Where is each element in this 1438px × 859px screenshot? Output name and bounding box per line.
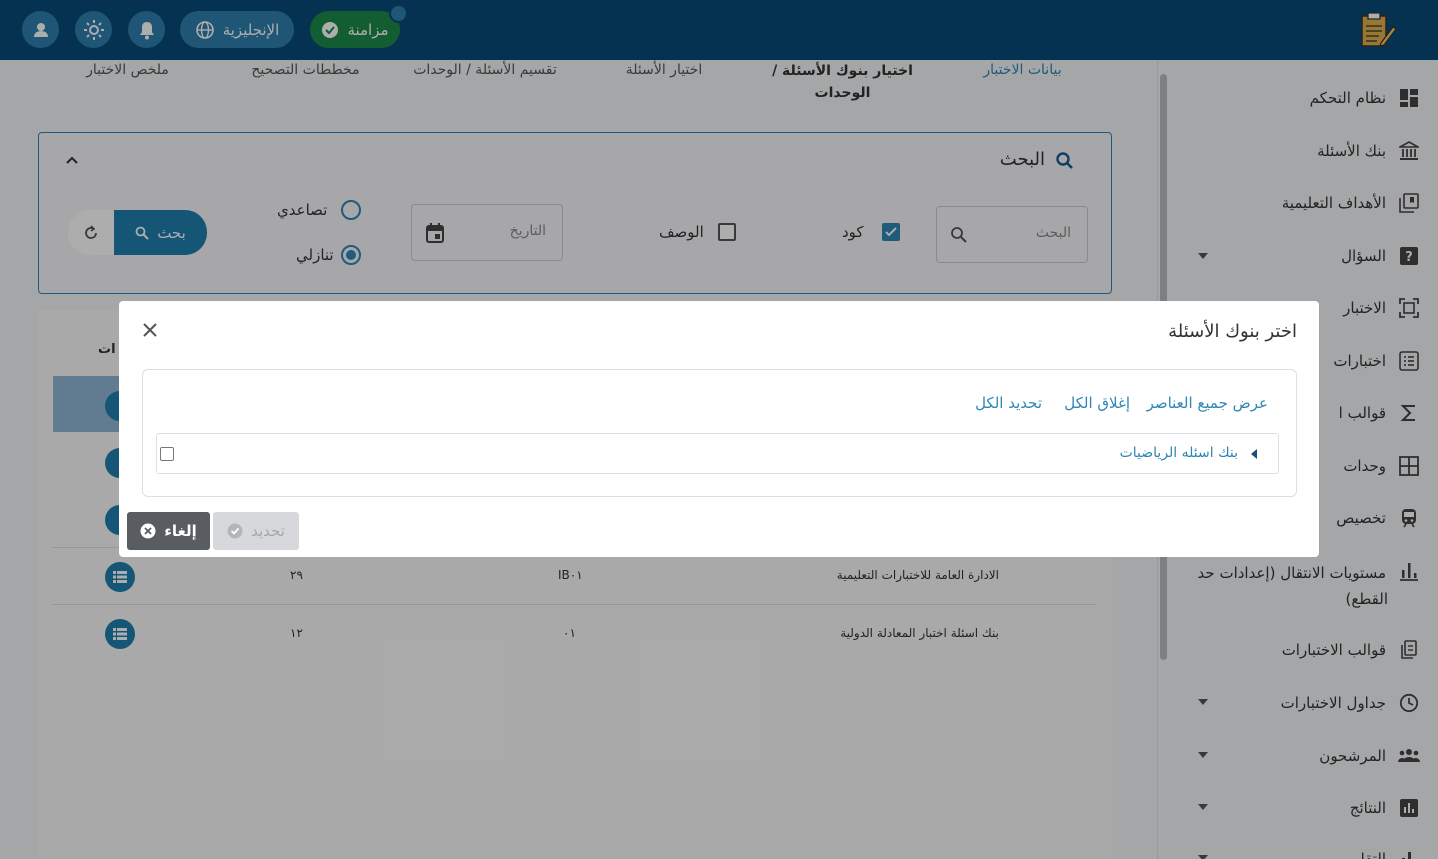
tree-container: عرض جميع العناصر إغلاق الكل تحديد الكل ب… (142, 369, 1297, 497)
check-circle-icon (227, 523, 243, 539)
cancel-label: إلغاء (164, 522, 197, 540)
select-banks-dialog: اختر بنوك الأسئلة عرض جميع العناصر إغلاق… (119, 301, 1319, 557)
collapse-all-link[interactable]: إغلاق الكل (1064, 394, 1130, 412)
tree-item-label: بنك اسئله الرياضيات (1119, 445, 1238, 461)
tree-item-math-bank[interactable]: بنك اسئله الرياضيات (156, 433, 1279, 474)
dialog-close-button[interactable] (139, 319, 161, 341)
select-label: تحديد (251, 522, 285, 540)
close-icon (143, 323, 157, 337)
expand-arrow-icon[interactable] (1251, 449, 1257, 459)
cancel-button[interactable]: إلغاء (127, 512, 210, 550)
dialog-title: اختر بنوك الأسئلة (1168, 321, 1297, 342)
close-circle-icon (140, 523, 156, 539)
select-button[interactable]: تحديد (213, 512, 299, 550)
select-all-link[interactable]: تحديد الكل (975, 394, 1042, 412)
show-all-link[interactable]: عرض جميع العناصر (1147, 394, 1268, 412)
tree-item-checkbox[interactable] (160, 447, 174, 461)
